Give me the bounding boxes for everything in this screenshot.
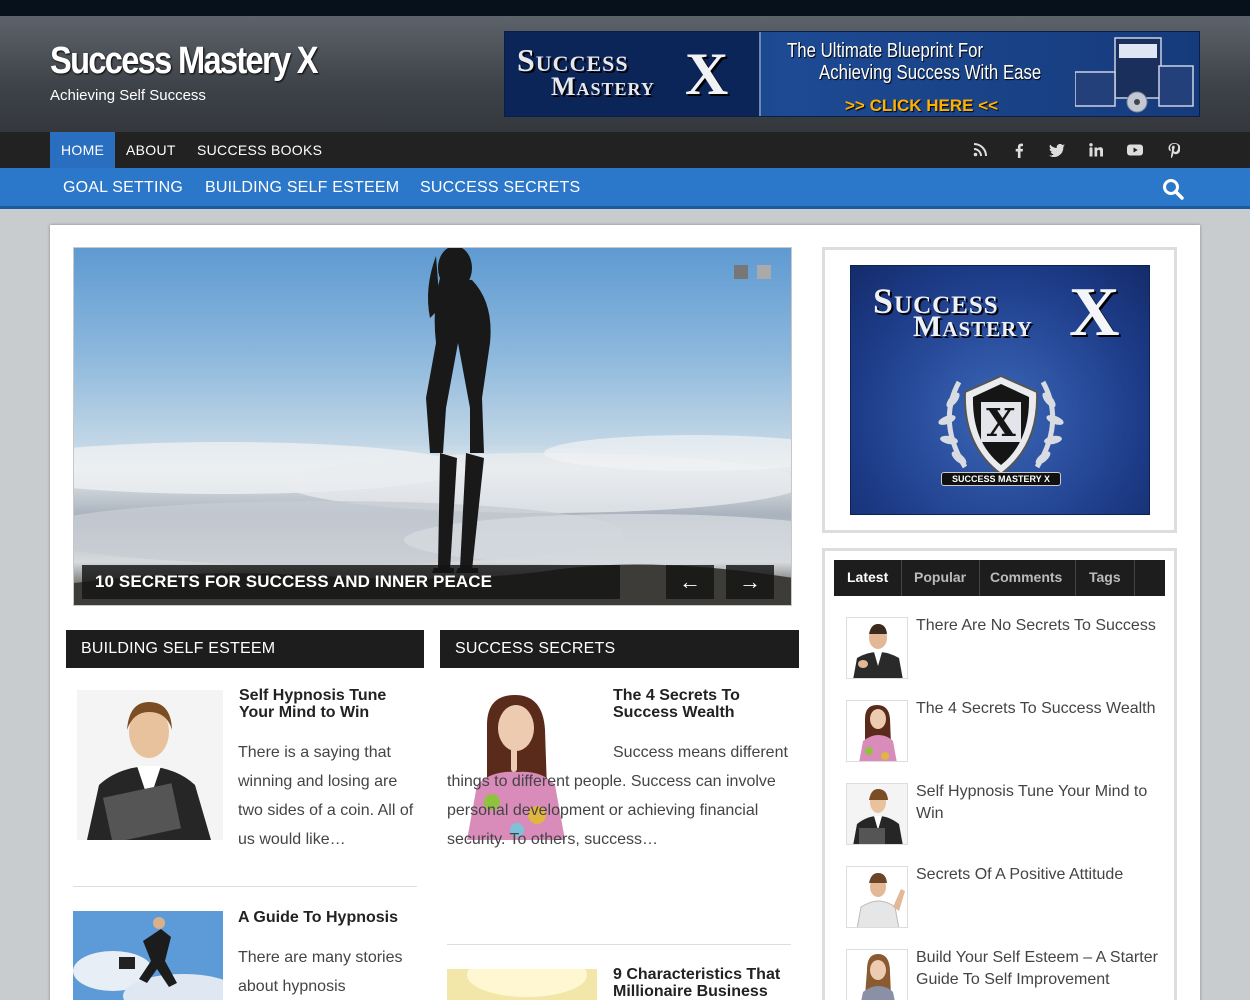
header-banner-ad[interactable]: Success Mastery X The Ultimate Blueprint… — [504, 31, 1200, 117]
post-excerpt: There are many stories about hypnosis — [238, 949, 403, 995]
arrow-right-icon: → — [739, 569, 761, 594]
nav-building-self-esteem[interactable]: BUILDING SELF ESTEEM — [205, 168, 399, 208]
slide-image — [74, 248, 791, 605]
section-building-self-esteem: BUILDING SELF ESTEEM — [66, 630, 424, 668]
ad-badge-label: SUCCESS MASTERY X — [941, 472, 1061, 486]
banner-headline-2: Achieving Success With Ease — [819, 62, 1042, 84]
arrow-left-icon: ← — [679, 569, 701, 594]
tab-tags[interactable]: Tags — [1076, 560, 1135, 596]
sidebar-ad-widget: Success Mastery X X SUCCESS MASTERY X — [822, 247, 1177, 533]
featured-slider[interactable]: 10 SECRETS FOR SUCCESS AND INNER PEACE ←… — [73, 247, 792, 606]
sidebar-post-item[interactable]: Self Hypnosis Tune Your Mind to Win — [846, 783, 1156, 847]
slider-next-button[interactable]: → — [726, 565, 774, 599]
sidebar-post-item[interactable]: The 4 Secrets To Success Wealth — [846, 700, 1156, 764]
site-title[interactable]: Success Mastery X — [50, 40, 319, 83]
banner-logo-x: X — [685, 41, 729, 107]
post-divider — [447, 944, 791, 945]
svg-text:X: X — [986, 400, 1016, 445]
post-title[interactable]: A Guide To Hypnosis — [238, 909, 413, 926]
sidebar-post-title[interactable]: Self Hypnosis Tune Your Mind to Win — [916, 781, 1166, 825]
post-title[interactable]: 9 Characteristics That Millionaire Busin… — [613, 966, 798, 1000]
slide-caption[interactable]: 10 SECRETS FOR SUCCESS AND INNER PEACE — [82, 565, 620, 599]
sidebar-post-thumbnail[interactable] — [846, 700, 908, 762]
secondary-nav: GOAL SETTING BUILDING SELF ESTEEM SUCCES… — [0, 168, 1250, 209]
tab-popular[interactable]: Popular — [901, 560, 981, 596]
post-thumbnail[interactable] — [77, 690, 223, 840]
sidebar-post-thumbnail[interactable] — [846, 949, 908, 1000]
twitter-icon[interactable] — [1048, 141, 1066, 159]
banner-logo-line2: Mastery — [551, 72, 655, 101]
sidebar-post-title[interactable]: The 4 Secrets To Success Wealth — [916, 698, 1166, 720]
search-icon[interactable] — [1162, 178, 1184, 200]
tab-latest[interactable]: Latest — [834, 560, 903, 596]
sidebar-post-item[interactable]: Secrets Of A Positive Attitude — [846, 866, 1156, 930]
ad-logo-x: X — [1069, 274, 1120, 351]
section-success-secrets: SUCCESS SECRETS — [440, 630, 799, 668]
pinterest-icon[interactable] — [1165, 141, 1183, 159]
post-thumbnail[interactable] — [73, 911, 223, 1000]
slider-dot-2[interactable] — [757, 265, 771, 279]
sidebar-post-thumbnail[interactable] — [846, 783, 908, 845]
post-title[interactable]: Self Hypnosis Tune Your Mind to Win — [239, 687, 409, 721]
banner-logo: Success Mastery X — [505, 32, 761, 116]
ad-logo-line2: Mastery — [913, 310, 1033, 343]
youtube-icon[interactable] — [1126, 141, 1144, 159]
top-strip — [0, 0, 1250, 16]
nav-about[interactable]: ABOUT — [115, 132, 187, 168]
slider-prev-button[interactable]: ← — [666, 565, 714, 599]
main-content: 10 SECRETS FOR SUCCESS AND INNER PEACE ←… — [50, 225, 1200, 1000]
banner-cta[interactable]: >> CLICK HERE << — [845, 96, 998, 116]
rss-icon[interactable] — [971, 141, 989, 159]
site-header: Success Mastery X Achieving Self Success… — [0, 16, 1250, 132]
post-excerpt: Success means different things to differ… — [447, 744, 788, 848]
sidebar-post-thumbnail[interactable] — [846, 617, 908, 679]
nav-success-secrets[interactable]: SUCCESS SECRETS — [420, 168, 580, 208]
nav-success-books[interactable]: SUCCESS BOOKS — [186, 132, 333, 168]
banner-headline-1: The Ultimate Blueprint For — [787, 40, 984, 62]
section-heading[interactable]: SUCCESS SECRETS — [440, 630, 799, 668]
sidebar-post-title[interactable]: Build Your Self Esteem – A Starter Guide… — [916, 947, 1166, 991]
post-divider — [73, 886, 417, 887]
slider-dot-1[interactable] — [734, 265, 748, 279]
sidebar-post-title[interactable]: There Are No Secrets To Success — [916, 615, 1166, 637]
sidebar-tab-bar: Latest Popular Comments Tags — [834, 560, 1165, 596]
tab-comments[interactable]: Comments — [977, 560, 1077, 596]
post-thumbnail[interactable] — [447, 969, 597, 1000]
sidebar-ad-banner[interactable]: Success Mastery X X SUCCESS MASTERY X — [850, 265, 1150, 515]
primary-nav: HOME ABOUT SUCCESS BOOKS — [0, 132, 1250, 168]
product-box-image — [1075, 37, 1194, 113]
section-heading[interactable]: BUILDING SELF ESTEEM — [66, 630, 424, 668]
sidebar-post-thumbnail[interactable] — [846, 866, 908, 928]
sidebar-post-title[interactable]: Secrets Of A Positive Attitude — [916, 864, 1166, 886]
nav-home[interactable]: HOME — [50, 132, 116, 168]
post-excerpt: There is a saying that winning and losin… — [238, 744, 414, 848]
linkedin-icon[interactable] — [1087, 141, 1105, 159]
facebook-icon[interactable] — [1010, 141, 1028, 159]
nav-goal-setting[interactable]: GOAL SETTING — [63, 168, 183, 208]
sidebar-post-item[interactable]: There Are No Secrets To Success — [846, 617, 1156, 681]
sidebar-post-item[interactable]: Build Your Self Esteem – A Starter Guide… — [846, 949, 1158, 1000]
post-title[interactable]: The 4 Secrets To Success Wealth — [613, 687, 793, 721]
site-tagline: Achieving Self Success — [50, 87, 206, 104]
sidebar-tabs-widget: Latest Popular Comments Tags There Are N… — [822, 548, 1177, 1000]
